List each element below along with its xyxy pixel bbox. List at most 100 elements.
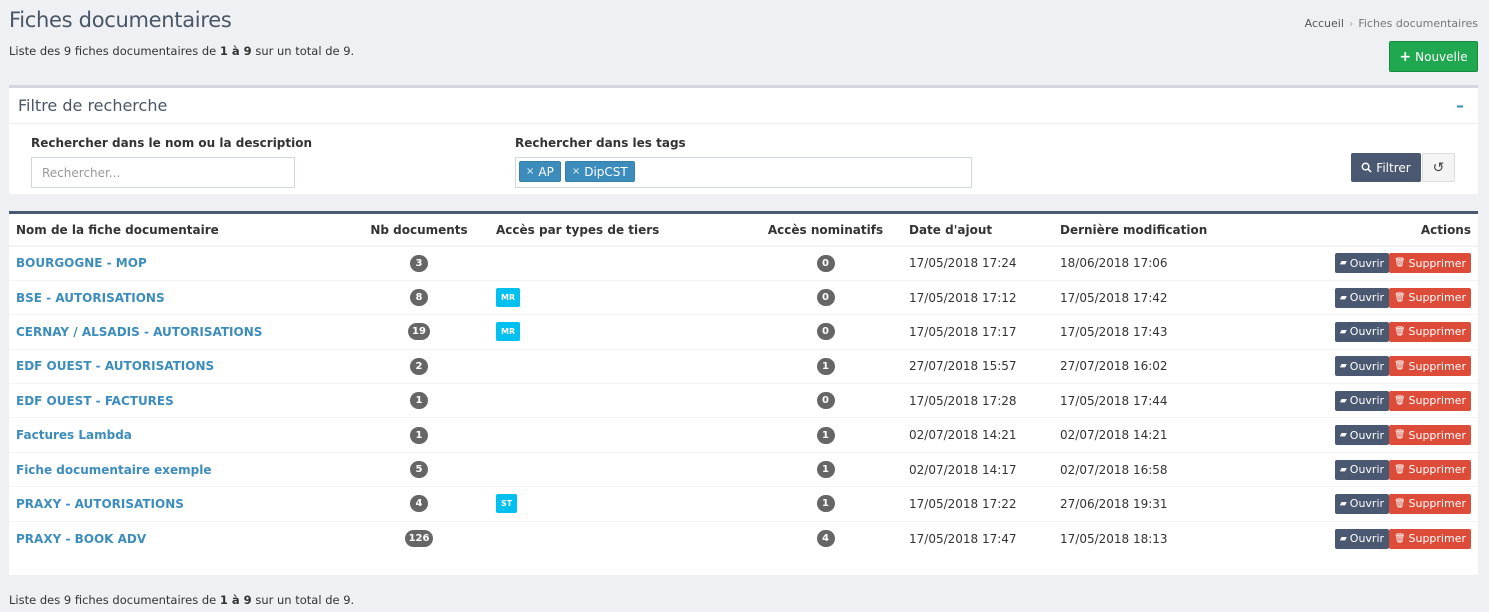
nominatifs-cell: 0 — [749, 245, 902, 281]
open-button[interactable]: ▰ Ouvrir — [1334, 390, 1390, 411]
table-row: Fiche documentaire exemple 5 1 02/07/2018 1… — [9, 451, 1478, 487]
table-row: EDF OUEST - AUTORISATIONS 2 1 27/07/2018 15… — [9, 348, 1478, 384]
docs-cell: 19 — [349, 314, 489, 350]
new-button[interactable]: + Nouvelle — [1389, 41, 1478, 72]
nominatifs-count-badge: 1 — [816, 426, 835, 444]
name-cell: EDF OUEST - AUTORISATIONS — [9, 348, 349, 384]
table-row: PRAXY - BOOK ADV 126 4 17/05/2018 17:47 17/0… — [9, 520, 1478, 556]
remove-tag-icon[interactable]: × — [572, 166, 580, 177]
actions-cell: ▰ Ouvrir 🗑 Supprimer — [1253, 348, 1478, 384]
folder-open-icon: ▰ — [1339, 533, 1347, 544]
col-modified[interactable]: Dernière modification — [1053, 214, 1253, 247]
name-cell: Factures Lambda — [9, 417, 349, 453]
col-nominatifs[interactable]: Accès nominatifs — [749, 214, 902, 247]
document-name-link[interactable]: BSE - AUTORISATIONS — [16, 291, 165, 305]
added-date: 02/07/2018 14:21 — [902, 417, 1053, 453]
added-date: 17/05/2018 17:12 — [902, 279, 1053, 315]
col-name[interactable]: Nom de la fiche documentaire — [9, 214, 349, 247]
actions-cell: ▰ Ouvrir 🗑 Supprimer — [1253, 279, 1478, 315]
open-button-label: Ouvrir — [1349, 359, 1385, 373]
open-button[interactable]: ▰ Ouvrir — [1334, 287, 1390, 308]
document-name-link[interactable]: Fiche documentaire exemple — [16, 463, 212, 477]
breadcrumb-home[interactable]: Accueil — [1305, 17, 1344, 30]
table-row: BSE - AUTORISATIONS 8 MR 0 17/05/2018 17:12 1… — [9, 279, 1478, 315]
search-input[interactable]: Rechercher... — [31, 157, 295, 188]
tag-chip[interactable]: × DipCST — [564, 161, 635, 182]
col-actions: Actions — [1253, 214, 1478, 247]
breadcrumb-current: Fiches documentaires — [1358, 17, 1478, 30]
trash-icon: 🗑 — [1394, 258, 1406, 269]
actions-cell: ▰ Ouvrir 🗑 Supprimer — [1253, 383, 1478, 418]
added-date: 17/05/2018 17:17 — [902, 314, 1053, 350]
nominatifs-cell: 0 — [749, 314, 902, 350]
open-button[interactable]: ▰ Ouvrir — [1334, 253, 1390, 274]
search-label: Rechercher dans le nom ou la description — [31, 136, 313, 150]
nominatifs-count-badge: 4 — [816, 530, 835, 548]
docs-count-badge: 4 — [410, 495, 428, 513]
tags-input[interactable]: × AP × DipCST — [515, 157, 972, 188]
col-docs[interactable]: Nb documents — [349, 214, 489, 247]
nominatifs-count-badge: 0 — [816, 254, 835, 272]
added-date: 17/05/2018 17:28 — [902, 383, 1053, 418]
open-button[interactable]: ▰ Ouvrir — [1334, 356, 1390, 377]
open-button[interactable]: ▰ Ouvrir — [1334, 321, 1390, 342]
delete-button[interactable]: 🗑 Supprimer — [1389, 321, 1471, 342]
breadcrumb: Accueil › Fiches documentaires — [1305, 17, 1478, 30]
delete-button[interactable]: 🗑 Supprimer — [1389, 425, 1471, 446]
reset-button[interactable]: ↺ — [1422, 153, 1455, 182]
nominatifs-count-badge: 0 — [816, 289, 835, 307]
document-name-link[interactable]: PRAXY - AUTORISATIONS — [16, 497, 184, 511]
open-button-label: Ouvrir — [1349, 394, 1385, 408]
delete-button[interactable]: 🗑 Supprimer — [1389, 493, 1471, 514]
open-button[interactable]: ▰ Ouvrir — [1334, 425, 1390, 446]
name-cell: CERNAY / ALSADIS - AUTORISATIONS — [9, 314, 349, 350]
tiers-cell — [489, 383, 749, 418]
delete-button[interactable]: 🗑 Supprimer — [1389, 390, 1471, 411]
added-date: 02/07/2018 14:17 — [902, 451, 1053, 487]
tags-label: Rechercher dans les tags — [515, 136, 686, 150]
folder-open-icon: ▰ — [1339, 430, 1347, 441]
remove-tag-icon[interactable]: × — [526, 166, 534, 177]
delete-button[interactable]: 🗑 Supprimer — [1389, 253, 1471, 274]
docs-count-badge: 8 — [410, 289, 428, 307]
open-button[interactable]: ▰ Ouvrir — [1334, 493, 1390, 514]
added-date: 17/05/2018 17:24 — [902, 245, 1053, 281]
document-name-link[interactable]: EDF OUEST - AUTORISATIONS — [16, 359, 214, 373]
document-name-link[interactable]: BOURGOGNE - MOP — [16, 256, 147, 270]
name-cell: PRAXY - BOOK ADV — [9, 520, 349, 556]
delete-button[interactable]: 🗑 Supprimer — [1389, 287, 1471, 308]
tiers-cell — [489, 417, 749, 453]
filter-button[interactable]: Filtrer — [1351, 153, 1421, 182]
docs-count-badge: 2 — [410, 357, 428, 375]
document-name-link[interactable]: CERNAY / ALSADIS - AUTORISATIONS — [16, 325, 262, 339]
summary-bottom: Liste des 9 fiches documentaires de 1 à … — [9, 593, 354, 607]
docs-cell: 4 — [349, 486, 489, 522]
nominatifs-cell: 0 — [749, 383, 902, 418]
col-tiers[interactable]: Accès par types de tiers — [489, 214, 749, 247]
filter-title: Filtre de recherche — [18, 96, 168, 115]
delete-button[interactable]: 🗑 Supprimer — [1389, 528, 1471, 549]
added-date: 17/05/2018 17:47 — [902, 520, 1053, 556]
documents-table: Nom de la fiche documentaire Nb document… — [9, 214, 1478, 556]
nominatifs-cell: 1 — [749, 417, 902, 453]
delete-button-label: Supprimer — [1408, 394, 1466, 408]
tag-chip[interactable]: × AP — [519, 161, 561, 182]
document-name-link[interactable]: Factures Lambda — [16, 428, 132, 442]
nominatifs-cell: 1 — [749, 486, 902, 522]
open-button-label: Ouvrir — [1349, 463, 1385, 477]
collapse-icon[interactable]: – — [1456, 96, 1464, 115]
modified-date: 17/05/2018 18:13 — [1053, 520, 1253, 556]
folder-open-icon: ▰ — [1339, 464, 1347, 475]
open-button[interactable]: ▰ Ouvrir — [1334, 459, 1390, 480]
col-added[interactable]: Date d'ajout — [902, 214, 1053, 247]
trash-icon: 🗑 — [1394, 395, 1406, 406]
nominatifs-count-badge: 0 — [816, 392, 835, 410]
document-name-link[interactable]: EDF OUEST - FACTURES — [16, 394, 174, 408]
delete-button[interactable]: 🗑 Supprimer — [1389, 459, 1471, 480]
table-row: Factures Lambda 1 1 02/07/2018 14:21 02/07/2… — [9, 417, 1478, 453]
document-name-link[interactable]: PRAXY - BOOK ADV — [16, 532, 146, 546]
delete-button[interactable]: 🗑 Supprimer — [1389, 356, 1471, 377]
filter-panel: Filtre de recherche – Rechercher dans le… — [9, 85, 1478, 194]
name-cell: Fiche documentaire exemple — [9, 451, 349, 487]
open-button[interactable]: ▰ Ouvrir — [1334, 528, 1390, 549]
